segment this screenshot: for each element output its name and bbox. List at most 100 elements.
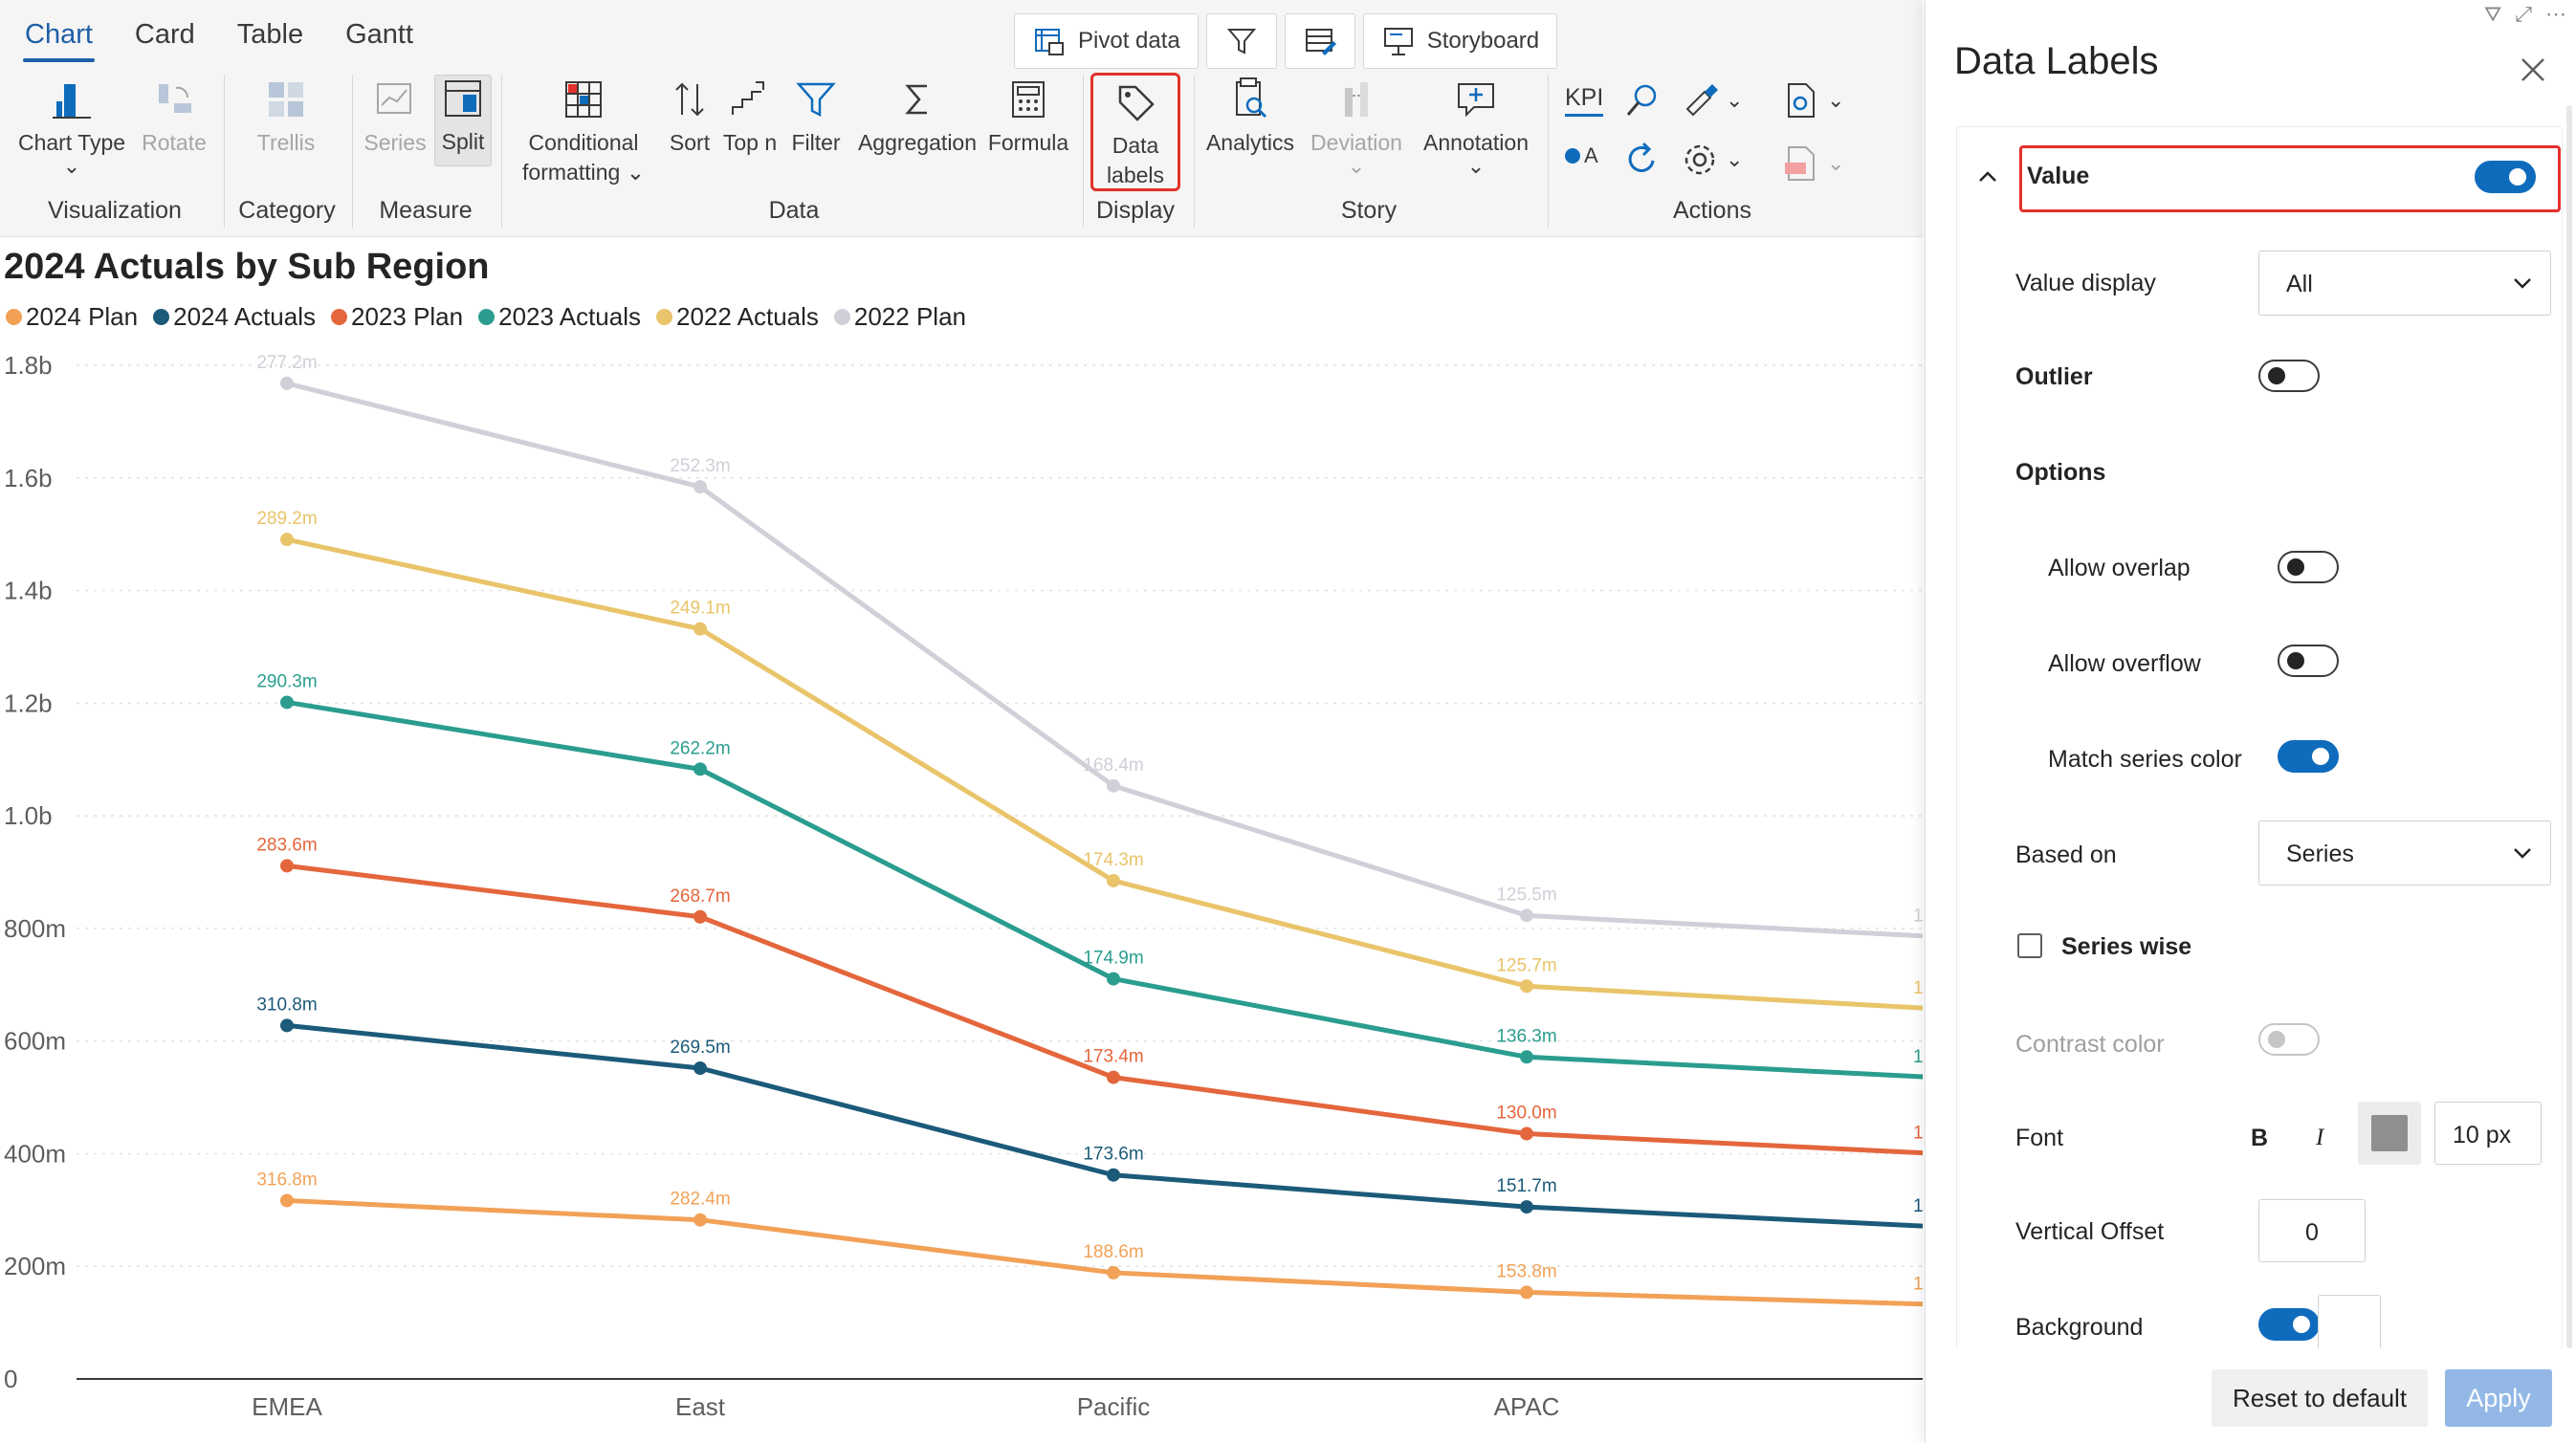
options-label: Options <box>2015 459 2106 486</box>
data-point <box>1520 1126 1533 1141</box>
deviation-button[interactable]: Deviation ⌄ <box>1307 77 1406 177</box>
background-color-picker[interactable] <box>2318 1295 2381 1354</box>
x-tick-label: Pacific <box>1077 1392 1151 1421</box>
data-point <box>280 859 294 873</box>
close-icon[interactable] <box>2517 54 2549 86</box>
data-point <box>694 762 707 776</box>
data-label: 151.7m <box>1496 1176 1556 1196</box>
settings-button[interactable]: ⌄ <box>1680 140 1743 180</box>
series-wise-checkbox[interactable] <box>2017 933 2042 958</box>
edit-table-button[interactable] <box>1284 13 1355 69</box>
contrast-color-label: Contrast color <box>2015 1031 2165 1058</box>
object-type-button[interactable]: A <box>1565 143 1598 168</box>
export-pdf-button[interactable]: ⌄ <box>1781 143 1844 184</box>
data-label: 168.4m <box>1083 755 1143 776</box>
legend-label: 2022 Plan <box>853 302 966 331</box>
refresh-icon <box>1628 142 1655 172</box>
font-size-input[interactable]: 10 px <box>2434 1102 2542 1165</box>
legend-label: 2024 Actuals <box>173 302 316 331</box>
search-icon <box>1626 84 1657 116</box>
refresh-button[interactable] <box>1622 140 1662 180</box>
legend-item[interactable]: 2022 Actuals <box>656 302 819 332</box>
y-tick-label: 1.8b <box>4 351 53 380</box>
contrast-color-toggle[interactable] <box>2258 1023 2320 1056</box>
vertical-offset-label: Vertical Offset <box>2015 1218 2165 1245</box>
filter-icon[interactable]: ⛛ <box>2484 2 2501 27</box>
expand-icon[interactable]: ⤢ <box>2515 2 2532 27</box>
italic-button[interactable]: I <box>2316 1125 2323 1151</box>
export-settings-button[interactable]: ⌄ <box>1781 80 1844 120</box>
outlier-toggle[interactable] <box>2258 360 2320 392</box>
tab-table[interactable]: Table <box>222 13 319 62</box>
analytics-button[interactable]: Analytics <box>1203 77 1297 158</box>
filter-settings-button[interactable] <box>1205 13 1277 69</box>
font-color-picker[interactable] <box>2358 1102 2421 1165</box>
top-n-button[interactable]: Top n <box>719 77 781 158</box>
chevron-down-icon: ⌄ <box>1726 88 1744 112</box>
reset-to-default-button[interactable]: Reset to default <box>2212 1369 2428 1427</box>
data-label: 174.9m <box>1083 949 1143 969</box>
data-labels-button[interactable]: Data labels <box>1090 73 1180 191</box>
tab-card[interactable]: Card <box>120 13 210 62</box>
allow-overlap-toggle[interactable] <box>2278 551 2339 583</box>
pivot-data-button[interactable]: Pivot data <box>1014 13 1199 69</box>
chevron-up-icon[interactable] <box>1975 164 2000 189</box>
value-display-select[interactable]: All <box>2258 251 2551 316</box>
trellis-button[interactable]: Trellis <box>241 77 331 158</box>
legend-marker <box>656 309 672 325</box>
data-label: 249.1m <box>670 599 730 619</box>
group-separator <box>501 75 502 228</box>
background-toggle[interactable] <box>2258 1308 2320 1341</box>
kpi-button[interactable]: KPI <box>1565 84 1604 117</box>
tab-gantt[interactable]: Gantt <box>330 13 429 62</box>
aggregation-button[interactable]: Aggregation <box>851 77 983 158</box>
storyboard-label: Storyboard <box>1426 28 1540 54</box>
more-icon[interactable]: ⋯ <box>2545 2 2566 27</box>
vertical-offset-input[interactable]: 0 <box>2258 1199 2366 1262</box>
legend-item[interactable]: 2024 Plan <box>6 302 138 332</box>
annotation-button[interactable]: Annotation ⌄ <box>1416 77 1536 177</box>
group-label-data: Data <box>768 197 820 224</box>
legend-item[interactable]: 2023 Actuals <box>478 302 641 332</box>
rotate-button[interactable]: Rotate <box>136 77 212 158</box>
outlier-label: Outlier <box>2015 363 2093 390</box>
tab-chart[interactable]: Chart <box>10 13 108 62</box>
deviation-label: Deviation <box>1310 130 1402 155</box>
chart-type-button[interactable]: Chart Type ⌄ <box>15 77 128 178</box>
filter-label: Filter <box>791 130 841 155</box>
value-toggle[interactable] <box>2475 161 2536 193</box>
conditional-label-1: Conditional <box>528 130 639 155</box>
legend-item[interactable]: 2024 Actuals <box>153 302 316 332</box>
group-separator <box>224 75 225 228</box>
pivot-data-label: Pivot data <box>1078 28 1180 54</box>
legend-item[interactable]: 2022 Plan <box>833 302 966 332</box>
legend-marker <box>6 309 22 325</box>
chevron-down-icon <box>2514 278 2531 289</box>
storyboard-button[interactable]: Storyboard <box>1362 13 1558 69</box>
legend-item[interactable]: 2023 Plan <box>331 302 463 332</box>
chevron-down-icon: ⌄ <box>62 154 81 178</box>
apply-button[interactable]: Apply <box>2445 1369 2552 1427</box>
sort-button[interactable]: Sort <box>666 77 714 158</box>
format-brush-button[interactable]: ⌄ <box>1680 80 1743 120</box>
split-button[interactable]: Split <box>434 75 492 166</box>
chart-title: 2024 Actuals by Sub Region <box>4 247 490 287</box>
formula-button[interactable]: Formula <box>987 77 1069 158</box>
bold-button[interactable]: B <box>2251 1125 2268 1152</box>
series-button[interactable]: Series <box>362 77 429 158</box>
allow-overflow-toggle[interactable] <box>2278 645 2339 677</box>
data-point <box>694 909 707 924</box>
ribbon-toolbar: Chart Card Table Gantt Pivot data Storyb… <box>0 0 1923 237</box>
based-on-select[interactable]: Series <box>2258 820 2551 885</box>
match-series-color-toggle[interactable] <box>2278 740 2339 773</box>
group-separator <box>1548 75 1549 228</box>
line-chart[interactable]: 0 200m 400m 600m 800m 1.0b 1.2b 1.4b 1.6b 1.8b EME… <box>0 335 1923 1443</box>
data-label: 173.4m <box>1083 1047 1143 1067</box>
filter-button[interactable]: Filter <box>786 77 846 158</box>
data-label: 316.8m <box>256 1170 317 1190</box>
conditional-formatting-button[interactable]: Conditional formatting ⌄ <box>513 77 654 187</box>
y-tick-label: 1.0b <box>4 801 53 830</box>
search-button[interactable] <box>1622 80 1662 120</box>
panel-scrollbar[interactable] <box>2566 105 2572 1348</box>
split-icon <box>445 80 481 117</box>
